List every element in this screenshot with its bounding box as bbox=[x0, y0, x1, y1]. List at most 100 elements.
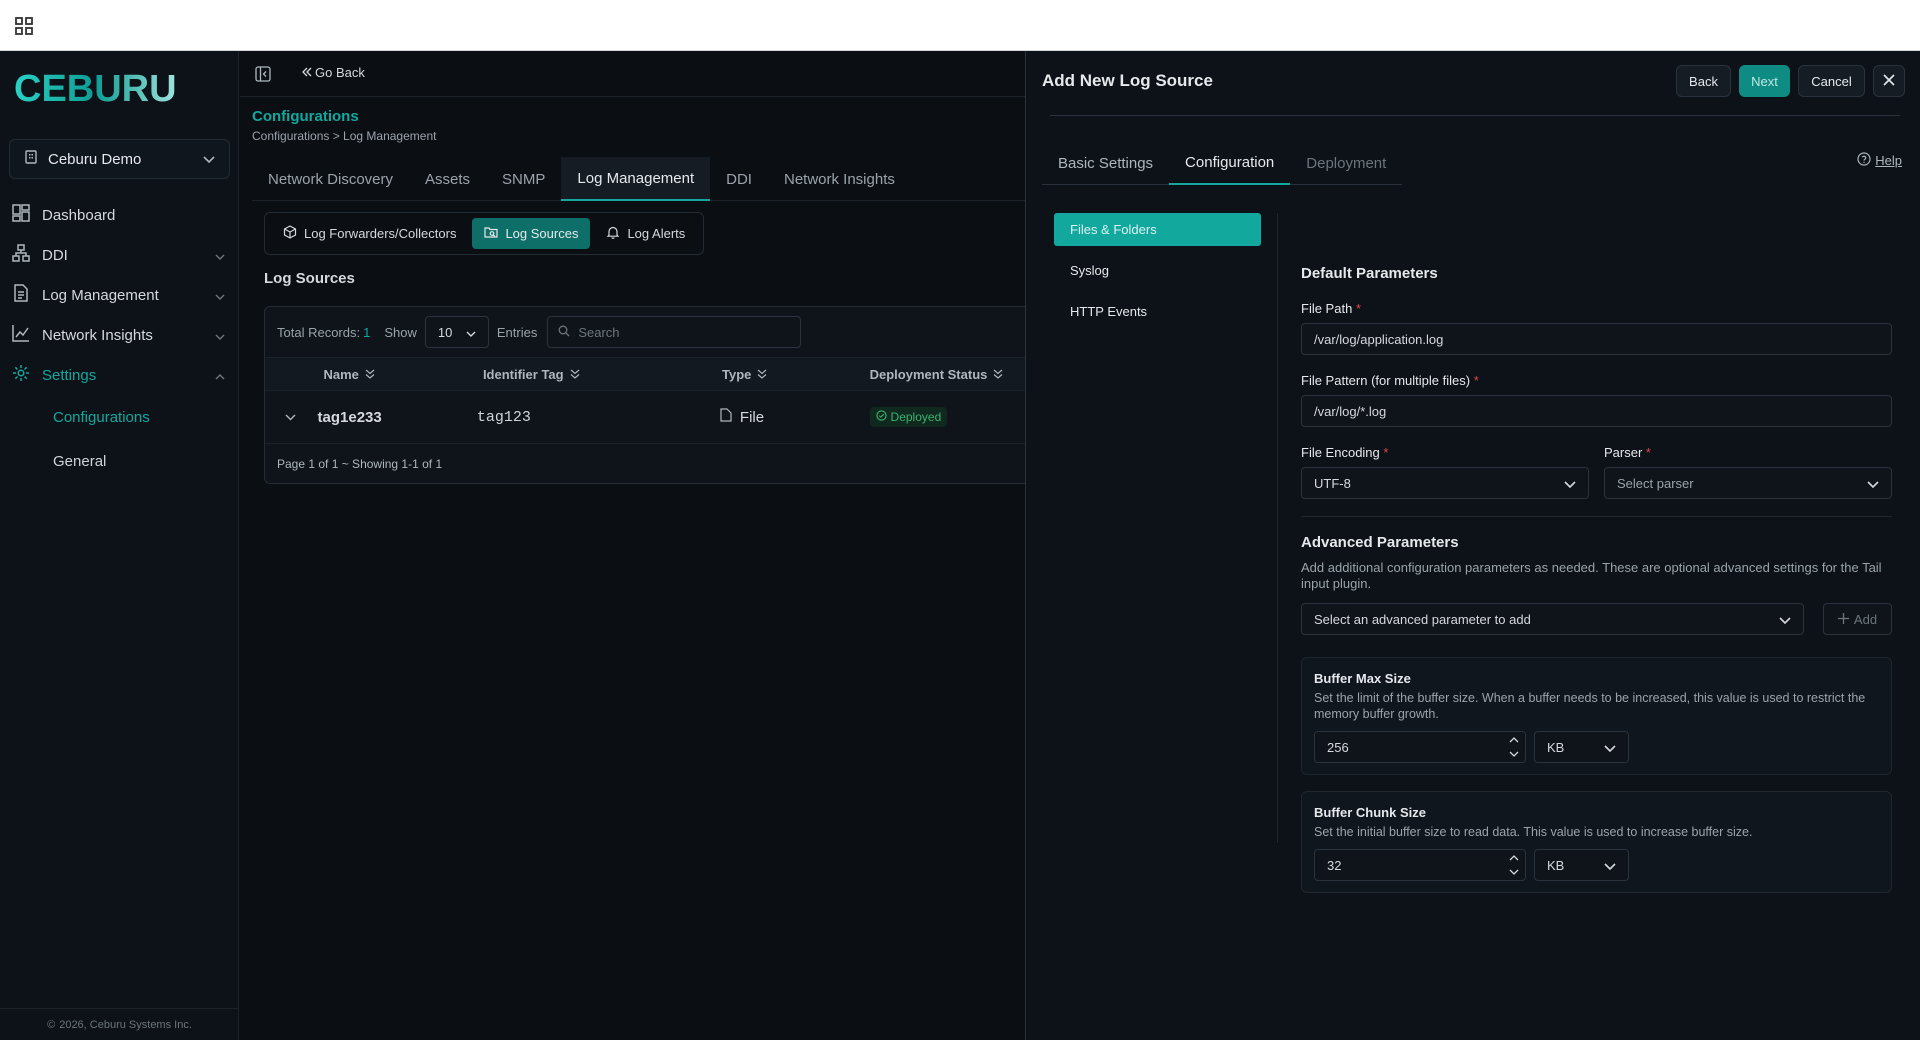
column-label: Deployment Status bbox=[869, 366, 988, 382]
page-size-select[interactable]: 10 bbox=[424, 316, 489, 348]
plus-icon bbox=[1837, 612, 1849, 627]
tab-network-discovery[interactable]: Network Discovery bbox=[252, 157, 409, 201]
sort-icon bbox=[570, 367, 580, 382]
column-name[interactable]: Name bbox=[316, 367, 477, 382]
org-select[interactable]: Ceburu Demo bbox=[9, 139, 230, 179]
section-title: Log Sources bbox=[264, 270, 355, 287]
back-button[interactable]: Back bbox=[1676, 65, 1731, 97]
menu-divider bbox=[1277, 213, 1278, 843]
file-path-input[interactable]: /var/log/application.log bbox=[1301, 323, 1892, 355]
sidebar-item-log-management[interactable]: Log Management bbox=[0, 275, 239, 315]
document-icon bbox=[12, 284, 30, 306]
help-link[interactable]: Help bbox=[1857, 152, 1902, 169]
org-name: Ceburu Demo bbox=[48, 150, 142, 168]
chevron-down-icon bbox=[1604, 740, 1616, 755]
buffer-max-desc: Set the limit of the buffer size. When a… bbox=[1314, 691, 1866, 721]
menu-files-folders[interactable]: Files & Folders bbox=[1054, 213, 1261, 246]
required-marker: * bbox=[1473, 373, 1479, 388]
show-label: Show bbox=[384, 324, 417, 340]
subtab-log-forwarders[interactable]: Log Forwarders/Collectors bbox=[271, 218, 468, 249]
sidebar-item-settings[interactable]: Settings bbox=[0, 355, 239, 395]
menu-syslog[interactable]: Syslog bbox=[1054, 254, 1261, 287]
tab-deployment[interactable]: Deployment bbox=[1290, 141, 1402, 185]
next-button[interactable]: Next bbox=[1739, 65, 1790, 97]
label-text: File Pattern (for multiple files) bbox=[1301, 373, 1471, 388]
main-header: Go Back bbox=[240, 51, 1025, 97]
table-row[interactable]: tag1e233 tag123 File Deployed bbox=[265, 391, 1025, 444]
cell-type: File bbox=[716, 408, 870, 426]
buffer-max-input[interactable]: 256 bbox=[1314, 731, 1526, 763]
status-label: Deployed bbox=[890, 410, 942, 424]
network-icon bbox=[12, 244, 30, 266]
buffer-max-title: Buffer Max Size bbox=[1314, 671, 1411, 686]
sidebar-item-network-insights[interactable]: Network Insights bbox=[0, 315, 239, 355]
sidebar-item-dashboard[interactable]: Dashboard bbox=[0, 195, 239, 235]
search-input[interactable]: Search bbox=[547, 316, 802, 348]
advanced-params-desc: Add additional configuration parameters … bbox=[1301, 560, 1882, 591]
copyright-icon: © bbox=[47, 1018, 56, 1031]
cell-tag: tag123 bbox=[476, 408, 531, 426]
column-type[interactable]: Type bbox=[716, 367, 870, 382]
buffer-max-unit-select[interactable]: KB bbox=[1534, 731, 1629, 763]
type-label: File bbox=[739, 408, 765, 426]
encoding-label: File Encoding * bbox=[1301, 445, 1388, 460]
close-button[interactable] bbox=[1873, 65, 1905, 97]
subtab-log-sources[interactable]: Log Sources bbox=[472, 218, 591, 249]
sidebar-sub-configurations[interactable]: Configurations bbox=[0, 395, 239, 439]
stepper-icon[interactable] bbox=[1509, 852, 1519, 878]
advanced-param-placeholder: Select an advanced parameter to add bbox=[1314, 611, 1531, 627]
buffer-max-card: Buffer Max Size Set the limit of the buf… bbox=[1301, 657, 1892, 775]
subtab-label: Log Forwarders/Collectors bbox=[304, 226, 457, 241]
parser-label: Parser * bbox=[1604, 445, 1651, 460]
buffer-chunk-desc: Set the initial buffer size to read data… bbox=[1314, 825, 1753, 839]
page-size-value: 10 bbox=[437, 324, 453, 340]
column-deployment-status[interactable]: Deployment Status bbox=[870, 367, 1025, 382]
add-log-source-drawer: Add New Log Source Back Next Cancel Basi… bbox=[1025, 51, 1920, 1040]
close-icon bbox=[1883, 73, 1895, 89]
logo: CEBURU bbox=[14, 68, 210, 110]
tab-configuration[interactable]: Configuration bbox=[1169, 141, 1291, 185]
row-expand-icon[interactable] bbox=[265, 414, 316, 421]
file-pattern-input[interactable]: /var/log/*.log bbox=[1301, 395, 1892, 427]
tab-snmp[interactable]: SNMP bbox=[486, 157, 561, 201]
chevron-down-icon bbox=[1564, 476, 1576, 491]
sidebar-collapse-icon[interactable] bbox=[255, 66, 271, 85]
subtab-log-alerts[interactable]: Log Alerts bbox=[594, 218, 697, 249]
buffer-max-value: 256 bbox=[1327, 739, 1349, 755]
drawer-tabs: Basic Settings Configuration Deployment bbox=[1042, 141, 1403, 185]
gear-icon bbox=[12, 364, 30, 386]
add-param-button[interactable]: Add bbox=[1823, 603, 1892, 635]
tab-ddi[interactable]: DDI bbox=[710, 157, 768, 201]
subtab-label: Log Sources bbox=[505, 226, 579, 241]
chevron-down-icon bbox=[215, 287, 225, 304]
label-text: File Path bbox=[1301, 301, 1353, 316]
menu-http-events[interactable]: HTTP Events bbox=[1054, 295, 1261, 328]
encoding-select[interactable]: UTF-8 bbox=[1301, 467, 1589, 499]
sidebar-sub-general[interactable]: General bbox=[0, 439, 239, 483]
grid-icon[interactable] bbox=[14, 16, 34, 36]
buffer-chunk-input[interactable]: 32 bbox=[1314, 849, 1526, 881]
check-circle-icon bbox=[875, 410, 887, 424]
buffer-chunk-unit-select[interactable]: KB bbox=[1534, 849, 1629, 881]
buffer-chunk-title: Buffer Chunk Size bbox=[1314, 805, 1426, 820]
sidebar-item-ddi[interactable]: DDI bbox=[0, 235, 239, 275]
parser-select[interactable]: Select parser bbox=[1604, 467, 1892, 499]
cancel-button[interactable]: Cancel bbox=[1798, 65, 1865, 97]
tab-log-management[interactable]: Log Management bbox=[561, 157, 711, 201]
chevron-down-icon bbox=[1604, 858, 1616, 873]
go-back-link[interactable]: Go Back bbox=[302, 65, 365, 80]
parser-placeholder: Select parser bbox=[1617, 475, 1694, 491]
tab-assets[interactable]: Assets bbox=[409, 157, 486, 201]
column-identifier-tag[interactable]: Identifier Tag bbox=[477, 367, 716, 382]
tab-basic-settings[interactable]: Basic Settings bbox=[1042, 141, 1169, 185]
cube-icon bbox=[283, 225, 297, 242]
stepper-icon[interactable] bbox=[1509, 734, 1519, 760]
svg-text:CEBURU: CEBURU bbox=[14, 69, 177, 109]
tab-network-insights[interactable]: Network Insights bbox=[768, 157, 911, 201]
chart-icon bbox=[12, 324, 30, 346]
sidebar-item-label: DDI bbox=[42, 246, 68, 264]
advanced-params-title: Advanced Parameters bbox=[1301, 534, 1459, 551]
sidebar-nav: Dashboard DDI Log Management Network Ins… bbox=[0, 195, 239, 483]
sidebar-item-label: Dashboard bbox=[42, 206, 116, 224]
advanced-param-select[interactable]: Select an advanced parameter to add bbox=[1301, 603, 1804, 635]
